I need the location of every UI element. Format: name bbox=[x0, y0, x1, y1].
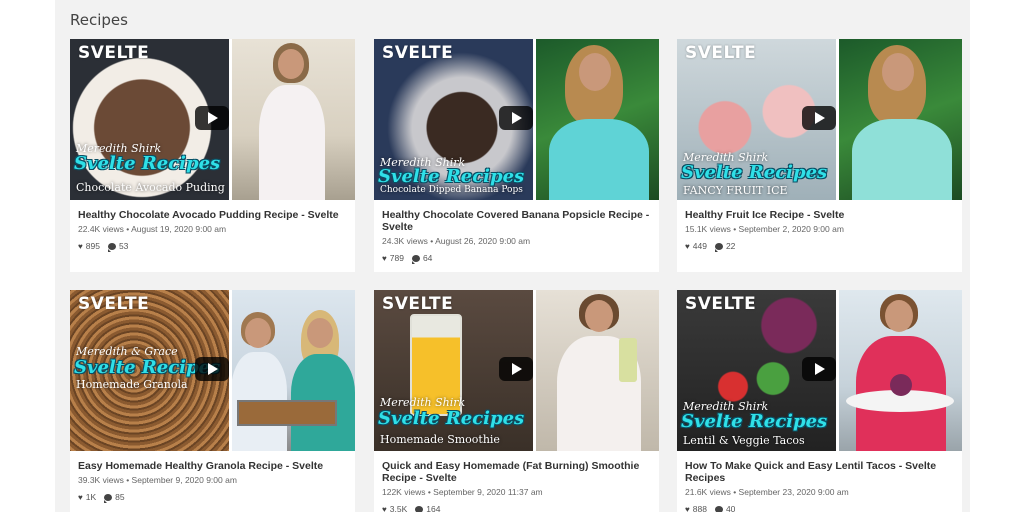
engagement-stats: ♥ 789 64 bbox=[382, 253, 651, 264]
like-count: 888 bbox=[692, 504, 707, 512]
comment-count: 85 bbox=[115, 492, 125, 502]
view-count: 15.1K views bbox=[685, 224, 731, 234]
publish-date: August 26, 2020 9:00 am bbox=[435, 236, 531, 246]
video-card: SVELTE Meredith Shirk Svelte Recipes FAN… bbox=[677, 39, 962, 272]
like-count: 789 bbox=[389, 253, 404, 263]
publish-date: August 19, 2020 9:00 am bbox=[131, 224, 227, 234]
brand-logo: SVELTE bbox=[382, 43, 454, 63]
engagement-stats: ♥ 449 22 bbox=[685, 241, 954, 252]
comment-count: 40 bbox=[725, 504, 736, 512]
video-title[interactable]: Quick and Easy Homemade (Fat Burning) Sm… bbox=[382, 460, 651, 484]
like-count: 449 bbox=[692, 241, 707, 251]
play-icon[interactable] bbox=[802, 106, 836, 130]
engagement-stats: ♥ 888 40 bbox=[685, 504, 954, 512]
video-meta: 24.3K views • August 26, 2020 9:00 am bbox=[382, 236, 531, 246]
brand-logo: SVELTE bbox=[685, 43, 757, 63]
video-card: SVELTE Meredith Shirk Svelte Recipes Hom… bbox=[374, 290, 659, 512]
comment-icon bbox=[415, 505, 424, 512]
thumbnail-caption-recipe: Lentil & Veggie Tacos bbox=[683, 434, 805, 447]
heart-icon: ♥ bbox=[382, 253, 387, 263]
video-thumbnail[interactable]: SVELTE Meredith Shirk Svelte Recipes FAN… bbox=[677, 39, 962, 200]
comment-count: 22 bbox=[725, 241, 736, 251]
video-card: SVELTE Meredith Shirk Svelte Recipes Cho… bbox=[70, 39, 355, 272]
video-card: SVELTE Meredith Shirk Svelte Recipes Cho… bbox=[374, 39, 659, 272]
video-thumbnail[interactable]: SVELTE Meredith Shirk Svelte Recipes Hom… bbox=[374, 290, 659, 451]
video-title[interactable]: Healthy Chocolate Avocado Pudding Recipe… bbox=[78, 209, 347, 221]
play-icon[interactable] bbox=[802, 357, 836, 381]
view-count: 24.3K views bbox=[382, 236, 428, 246]
heart-icon: ♥ bbox=[78, 492, 83, 502]
video-title[interactable]: Healthy Chocolate Covered Banana Popsicl… bbox=[382, 209, 651, 233]
video-thumbnail[interactable]: SVELTE Meredith Shirk Svelte Recipes Len… bbox=[677, 290, 962, 451]
publish-date: September 9, 2020 9:00 am bbox=[131, 475, 237, 485]
play-icon[interactable] bbox=[195, 106, 229, 130]
thumbnail-caption-recipe: Homemade Smoothie bbox=[380, 433, 500, 446]
publish-date: September 23, 2020 9:00 am bbox=[738, 487, 849, 497]
video-thumbnail[interactable]: SVELTE Meredith Shirk Svelte Recipes Cho… bbox=[70, 39, 355, 200]
video-meta: 15.1K views • September 2, 2020 9:00 am bbox=[685, 224, 844, 234]
thumbnail-caption-brand: Svelte Recipes bbox=[681, 162, 828, 183]
video-thumbnail[interactable]: SVELTE Meredith & Grace Svelte Recipes H… bbox=[70, 290, 355, 451]
video-meta: 122K views • September 9, 2020 11:37 am bbox=[382, 487, 543, 497]
publish-date: September 2, 2020 9:00 am bbox=[738, 224, 844, 234]
play-icon[interactable] bbox=[499, 106, 533, 130]
host-image bbox=[535, 290, 659, 451]
comment-count: 64 bbox=[422, 253, 433, 263]
brand-logo: SVELTE bbox=[78, 43, 150, 63]
comment-icon bbox=[714, 505, 723, 512]
view-count: 21.6K views bbox=[685, 487, 731, 497]
thumbnail-caption-brand: Svelte Recipes bbox=[378, 408, 525, 429]
comment-icon bbox=[104, 493, 113, 503]
view-count: 122K views bbox=[382, 487, 426, 497]
host-image bbox=[231, 290, 355, 451]
like-count: 1K bbox=[85, 492, 97, 502]
thumbnail-caption-recipe: FANCY FRUIT ICE bbox=[683, 184, 788, 197]
video-card: SVELTE Meredith & Grace Svelte Recipes H… bbox=[70, 290, 355, 512]
thumbnail-caption-brand: Svelte Recipes bbox=[681, 411, 828, 432]
engagement-stats: ♥ 1K 85 bbox=[78, 492, 347, 503]
heart-icon: ♥ bbox=[78, 241, 83, 251]
view-count: 39.3K views bbox=[78, 475, 124, 485]
host-image bbox=[231, 39, 355, 200]
comment-icon bbox=[107, 242, 116, 252]
heart-icon: ♥ bbox=[685, 241, 690, 251]
comment-count: 164 bbox=[426, 504, 441, 512]
brand-logo: SVELTE bbox=[382, 294, 454, 314]
video-title[interactable]: Healthy Fruit Ice Recipe - Svelte bbox=[685, 209, 954, 221]
comment-count: 53 bbox=[118, 241, 129, 251]
video-meta: 22.4K views • August 19, 2020 9:00 am bbox=[78, 224, 227, 234]
video-card: SVELTE Meredith Shirk Svelte Recipes Len… bbox=[677, 290, 962, 512]
comment-icon bbox=[411, 254, 420, 264]
section-title: Recipes bbox=[70, 11, 128, 29]
like-count: 895 bbox=[85, 241, 100, 251]
video-meta: 21.6K views • September 23, 2020 9:00 am bbox=[685, 487, 849, 497]
host-image bbox=[535, 39, 659, 200]
host-image bbox=[838, 39, 962, 200]
video-title[interactable]: Easy Homemade Healthy Granola Recipe - S… bbox=[78, 460, 347, 472]
play-icon[interactable] bbox=[499, 357, 533, 381]
thumbnail-caption-brand: Svelte Recipes bbox=[74, 153, 221, 174]
video-title[interactable]: How To Make Quick and Easy Lentil Tacos … bbox=[685, 460, 954, 484]
brand-logo: SVELTE bbox=[78, 294, 150, 314]
view-count: 22.4K views bbox=[78, 224, 124, 234]
publish-date: September 9, 2020 11:37 am bbox=[433, 487, 543, 497]
like-count: 3.5K bbox=[389, 504, 408, 512]
comment-icon bbox=[714, 242, 723, 252]
heart-icon: ♥ bbox=[382, 504, 387, 512]
play-icon[interactable] bbox=[195, 357, 229, 381]
thumbnail-caption-brand: Svelte Recipes bbox=[378, 166, 525, 187]
thumbnail-caption-recipe: Homemade Granola bbox=[76, 378, 188, 391]
brand-logo: SVELTE bbox=[685, 294, 757, 314]
host-image bbox=[838, 290, 962, 451]
thumbnail-caption-recipe: Chocolate Dipped Banana Pops bbox=[380, 185, 523, 195]
thumbnail-caption-recipe: Chocolate Avocado Puding bbox=[76, 181, 225, 194]
engagement-stats: ♥ 3.5K 164 bbox=[382, 504, 651, 512]
video-thumbnail[interactable]: SVELTE Meredith Shirk Svelte Recipes Cho… bbox=[374, 39, 659, 200]
video-meta: 39.3K views • September 9, 2020 9:00 am bbox=[78, 475, 237, 485]
engagement-stats: ♥ 895 53 bbox=[78, 241, 347, 252]
heart-icon: ♥ bbox=[685, 504, 690, 512]
